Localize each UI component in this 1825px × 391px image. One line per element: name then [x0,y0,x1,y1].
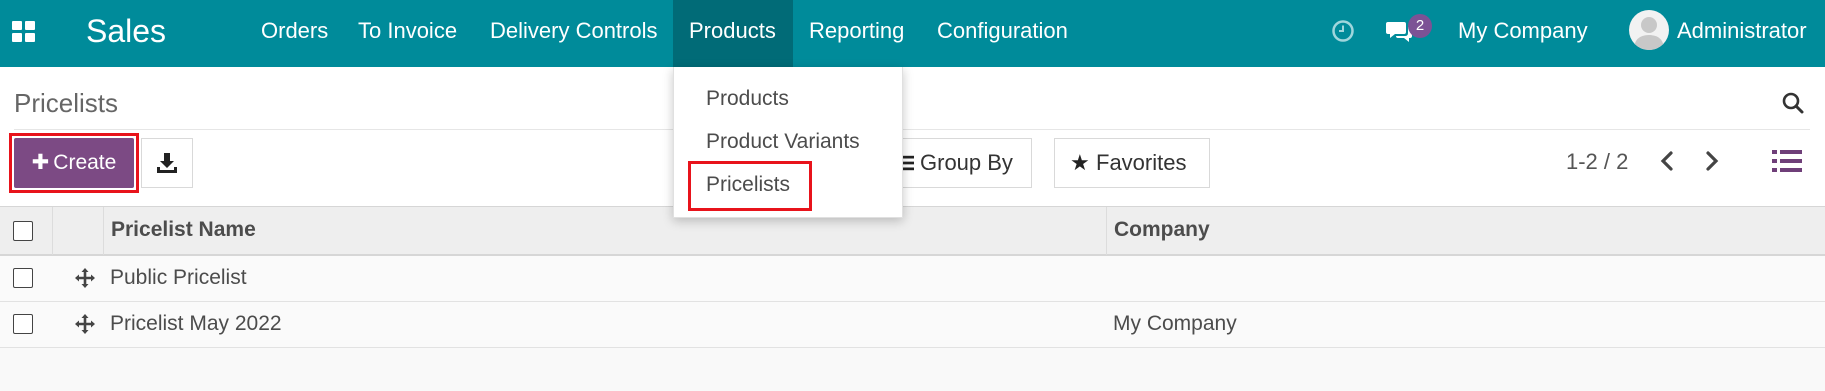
messages-count-badge: 2 [1408,14,1432,38]
pager-value[interactable]: 1-2 / 2 [1566,149,1628,175]
column-separator [103,207,104,255]
activity-clock-icon[interactable] [1331,19,1355,43]
download-icon [157,153,177,173]
apps-grid-icon[interactable] [12,21,35,42]
dropdown-item-pricelists[interactable]: Pricelists [706,173,790,197]
table-row[interactable]: Pricelist May 2022 My Company [0,302,1825,348]
dropdown-item-product-variants[interactable]: Product Variants [706,130,860,154]
divider [14,129,1810,130]
export-button[interactable] [141,138,193,188]
drag-handle-icon[interactable] [74,267,96,289]
dropdown-item-products[interactable]: Products [706,87,789,111]
control-panel: Pricelists ✚ Create Group By ★ Favorites … [0,67,1825,206]
company-switcher[interactable]: My Company [1458,0,1588,62]
company-cell: My Company [1113,312,1237,335]
select-all-checkbox[interactable] [13,221,33,241]
menu-orders[interactable]: Orders [245,0,344,67]
menu-reporting[interactable]: Reporting [793,0,920,67]
page-title[interactable]: Pricelists [14,88,118,119]
chevron-left-icon[interactable] [1655,147,1679,175]
column-separator [52,207,53,255]
pricelist-name-cell: Pricelist May 2022 [110,312,282,335]
group-by-label: Group By [920,150,1013,175]
plus-icon: ✚ [31,151,50,174]
list-view-icon[interactable] [1772,147,1802,175]
column-separator [1106,207,1107,255]
top-navbar: Sales Orders To Invoice Delivery Control… [0,0,1825,67]
row-checkbox[interactable] [13,268,33,288]
chevron-right-icon[interactable] [1700,147,1724,175]
search-icon[interactable] [1781,91,1805,115]
favorites-label: Favorites [1096,150,1187,175]
pricelist-name-cell: Public Pricelist [110,266,247,289]
app-name[interactable]: Sales [86,10,166,52]
table-row[interactable]: Public Pricelist [0,256,1825,302]
menu-products[interactable]: Products [673,0,793,67]
star-icon: ★ [1070,150,1090,175]
create-button[interactable]: ✚ Create [14,138,134,188]
menu-configuration[interactable]: Configuration [921,0,1084,67]
column-header-pricelist-name[interactable]: Pricelist Name [111,207,256,255]
user-avatar-icon [1634,17,1664,50]
create-label: Create [53,151,117,174]
row-checkbox[interactable] [13,314,33,334]
menu-to-invoice[interactable]: To Invoice [342,0,473,67]
products-dropdown-menu: Products Product Variants Pricelists [673,67,903,218]
drag-handle-icon[interactable] [74,313,96,335]
menu-delivery-controls[interactable]: Delivery Controls [474,0,674,67]
user-menu[interactable]: Administrator [1677,0,1807,62]
favorites-button[interactable]: ★ Favorites [1054,138,1210,188]
avatar[interactable] [1629,10,1669,50]
column-header-company[interactable]: Company [1114,207,1210,255]
table-header: Pricelist Name Company [0,206,1825,256]
